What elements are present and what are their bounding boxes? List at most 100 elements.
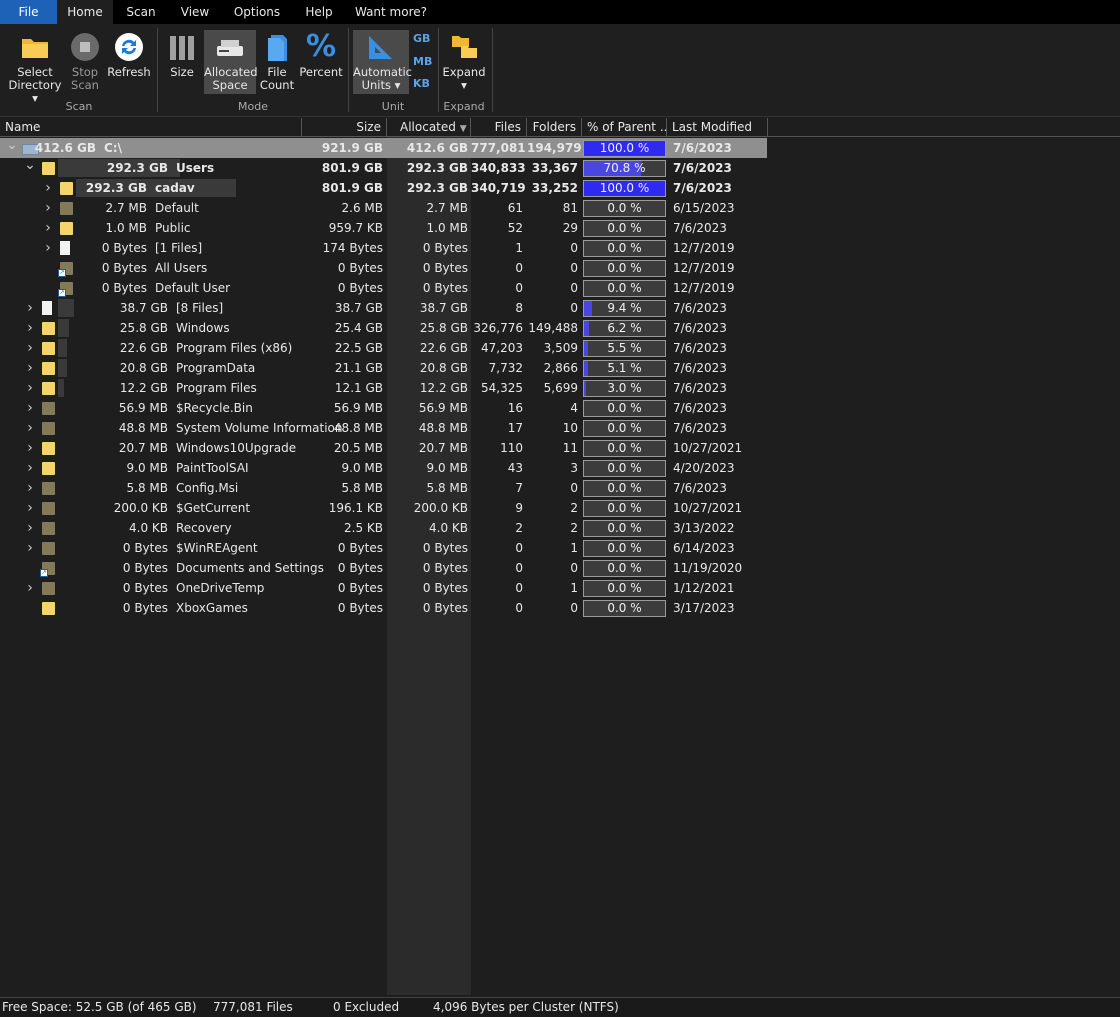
percent-text: 0.0 % bbox=[607, 541, 642, 555]
stop-icon bbox=[70, 32, 100, 62]
menu-home[interactable]: Home bbox=[57, 0, 113, 24]
tree-row[interactable]: › 0 Bytes OneDriveTemp 0 Bytes 0 Bytes 0 1 0.0 … bbox=[0, 578, 1120, 598]
expand-icon[interactable]: › bbox=[24, 478, 36, 498]
menu-file[interactable]: File bbox=[0, 0, 57, 24]
tree-row[interactable]: ↗ 0 Bytes All Users 0 Bytes 0 Bytes 0 0 0.0 % 12… bbox=[0, 258, 1120, 278]
expand-icon[interactable]: › bbox=[24, 298, 36, 318]
expand-icon[interactable]: › bbox=[42, 178, 54, 198]
row-size: 0 Bytes bbox=[337, 541, 383, 555]
expand-icon[interactable]: › bbox=[24, 398, 36, 418]
tree-row[interactable]: ⌄ 292.3 GB Users 801.9 GB 292.3 GB 340,833 33,… bbox=[0, 158, 1120, 178]
tree-row[interactable]: › 2.7 MB Default 2.6 MB 2.7 MB 61 81 0.0 % 6/15/… bbox=[0, 198, 1120, 218]
menu-options[interactable]: Options bbox=[221, 0, 293, 24]
percent-text: 0.0 % bbox=[607, 481, 642, 495]
column-header-folders[interactable]: Folders bbox=[527, 118, 582, 136]
row-last-modified: 7/6/2023 bbox=[673, 321, 727, 335]
group-label-mode: Mode bbox=[238, 100, 268, 113]
folder-icon bbox=[42, 402, 55, 415]
percent-bar: 0.0 % bbox=[583, 420, 666, 437]
tree-row[interactable]: › 20.8 GB ProgramData 21.1 GB 20.8 GB 7,732 2,… bbox=[0, 358, 1120, 378]
row-size-label: 48.8 MB bbox=[118, 421, 168, 435]
tree-row[interactable]: › 5.8 MB Config.Msi 5.8 MB 5.8 MB 7 0 0.0 % 7/6/… bbox=[0, 478, 1120, 498]
row-last-modified: 12/7/2019 bbox=[673, 241, 735, 255]
tree-row[interactable]: › 4.0 KB Recovery 2.5 KB 4.0 KB 2 2 0.0 % 3/13/2… bbox=[0, 518, 1120, 538]
unit-mb-button[interactable]: MB bbox=[413, 55, 432, 68]
column-header-last-modified[interactable]: Last Modified bbox=[667, 118, 768, 136]
menu-scan[interactable]: Scan bbox=[113, 0, 169, 24]
percent-text: 0.0 % bbox=[607, 421, 642, 435]
menu-help[interactable]: Help bbox=[293, 0, 345, 24]
expand-icon[interactable]: › bbox=[24, 518, 36, 538]
folder-icon bbox=[42, 502, 55, 515]
tree-row[interactable]: › 0 Bytes [1 Files] 174 Bytes 0 Bytes 1 0 0.0 %… bbox=[0, 238, 1120, 258]
select-directory-button[interactable]: Select Directory ▾ bbox=[6, 30, 64, 105]
row-last-modified: 10/27/2021 bbox=[673, 441, 743, 455]
percent-button[interactable]: % Percent bbox=[298, 30, 344, 94]
tree-row[interactable]: › 56.9 MB $Recycle.Bin 56.9 MB 56.9 MB 16 4 0.0… bbox=[0, 398, 1120, 418]
row-folders: 33,252 bbox=[531, 181, 578, 195]
tree-row[interactable]: › 292.3 GB cadav 801.9 GB 292.3 GB 340,719 33,… bbox=[0, 178, 1120, 198]
expand-button[interactable]: Expand ▾ bbox=[442, 30, 486, 94]
size-bar bbox=[58, 319, 69, 337]
tree-row[interactable]: ⌄ 412.6 GB C:\ 921.9 GB 412.6 GB 777,081 194,9… bbox=[0, 138, 767, 158]
tree-row[interactable]: › 1.0 MB Public 959.7 KB 1.0 MB 52 29 0.0 % 7/6/… bbox=[0, 218, 1120, 238]
expand-icon[interactable]: › bbox=[24, 438, 36, 458]
expand-icon[interactable]: › bbox=[24, 378, 36, 398]
expand-icon[interactable]: › bbox=[24, 318, 36, 338]
tree-row[interactable]: 0 Bytes XboxGames 0 Bytes 0 Bytes 0 0 0.0 % 3/1… bbox=[0, 598, 1120, 618]
tree-row[interactable]: › 200.0 KB $GetCurrent 196.1 KB 200.0 KB 9 2 0.… bbox=[0, 498, 1120, 518]
refresh-button[interactable]: Refresh bbox=[106, 30, 152, 94]
row-size: 20.5 MB bbox=[333, 441, 383, 455]
expand-icon[interactable]: › bbox=[24, 458, 36, 478]
tree-row[interactable]: › 9.0 MB PaintToolSAI 9.0 MB 9.0 MB 43 3 0.0 % 4… bbox=[0, 458, 1120, 478]
row-size: 174 Bytes bbox=[322, 241, 383, 255]
row-size: 48.8 MB bbox=[333, 421, 383, 435]
column-header-name[interactable]: Name bbox=[0, 118, 302, 136]
menu-want-more[interactable]: Want more? bbox=[345, 0, 437, 24]
row-allocated: 0 Bytes bbox=[422, 281, 468, 295]
expand-icon[interactable]: › bbox=[24, 578, 36, 598]
expand-icon[interactable]: › bbox=[24, 498, 36, 518]
expand-icon[interactable]: › bbox=[24, 418, 36, 438]
status-free-space: Free Space: 52.5 GB (of 465 GB) bbox=[2, 1000, 197, 1014]
column-header-files[interactable]: Files bbox=[471, 118, 527, 136]
tree-row[interactable]: › 38.7 GB [8 Files] 38.7 GB 38.7 GB 8 0 9.4 % 7/… bbox=[0, 298, 1120, 318]
column-header-allocated[interactable]: Allocated ▼ bbox=[387, 118, 471, 136]
allocated-space-button[interactable]: Allocated Space bbox=[204, 30, 258, 94]
tree-row[interactable]: › 0 Bytes $WinREAgent 0 Bytes 0 Bytes 0 1 0.0 %… bbox=[0, 538, 1120, 558]
percent-text: 0.0 % bbox=[607, 501, 642, 515]
expand-icon[interactable]: › bbox=[42, 198, 54, 218]
expand-icon[interactable]: › bbox=[24, 338, 36, 358]
row-files: 16 bbox=[507, 401, 523, 415]
column-header-percent[interactable]: % of Parent ... bbox=[582, 118, 667, 136]
expand-icon[interactable]: › bbox=[24, 538, 36, 558]
row-files: 340,719 bbox=[471, 181, 526, 195]
tree-row[interactable]: ↗ 0 Bytes Documents and Settings 0 Bytes 0 B… bbox=[0, 558, 1120, 578]
unit-kb-button[interactable]: KB bbox=[413, 77, 430, 90]
row-folders: 2 bbox=[570, 501, 578, 515]
status-file-count: 777,081 Files bbox=[213, 1000, 293, 1014]
expand-icon[interactable]: › bbox=[42, 238, 54, 258]
unit-gb-button[interactable]: GB bbox=[413, 32, 430, 45]
percent-bar: 0.0 % bbox=[583, 280, 666, 297]
size-mode-button[interactable]: Size bbox=[164, 30, 200, 94]
collapse-icon[interactable]: ⌄ bbox=[24, 158, 36, 178]
automatic-units-button[interactable]: Automatic Units ▾ bbox=[353, 30, 412, 94]
percent-bar: 0.0 % bbox=[583, 520, 666, 537]
file-count-button[interactable]: File Count bbox=[258, 30, 296, 94]
tree-row[interactable]: › 25.8 GB Windows 25.4 GB 25.8 GB 326,776 149,… bbox=[0, 318, 1120, 338]
row-allocated: 4.0 KB bbox=[429, 521, 468, 535]
row-files: 0 bbox=[515, 581, 523, 595]
tree-row[interactable]: › 48.8 MB System Volume Information 48.8 MB… bbox=[0, 418, 1120, 438]
tree-row[interactable]: › 22.6 GB Program Files (x86) 22.5 GB 22.6 G… bbox=[0, 338, 1120, 358]
tree-row[interactable]: › 12.2 GB Program Files 12.1 GB 12.2 GB 54,32… bbox=[0, 378, 1120, 398]
tree-row[interactable]: ↗ 0 Bytes Default User 0 Bytes 0 Bytes 0 0 0.0 … bbox=[0, 278, 1120, 298]
expand-icon[interactable]: › bbox=[24, 358, 36, 378]
row-files: 1 bbox=[515, 241, 523, 255]
expand-icon[interactable]: › bbox=[42, 218, 54, 238]
stop-scan-button[interactable]: Stop Scan bbox=[66, 30, 104, 94]
tree-row[interactable]: › 20.7 MB Windows10Upgrade 20.5 MB 20.7 MB 11… bbox=[0, 438, 1120, 458]
percent-bar: 9.4 % bbox=[583, 300, 666, 317]
menu-view[interactable]: View bbox=[169, 0, 221, 24]
column-header-size[interactable]: Size bbox=[302, 118, 387, 136]
